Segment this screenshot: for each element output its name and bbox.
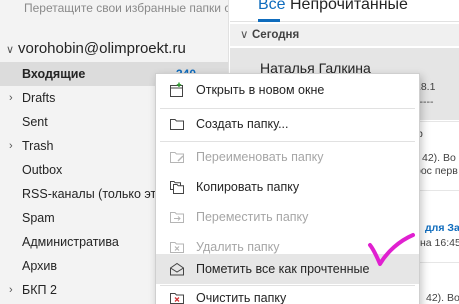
new-folder-icon (170, 119, 184, 130)
tab-unread[interactable]: Непрочитанные (290, 0, 408, 14)
menu-item-label: Пометить все как прочтенные (196, 262, 370, 276)
copy-folder-icon (170, 181, 184, 194)
message-preview: рос перв (415, 165, 458, 177)
menu-item-label: Копировать папку (196, 180, 300, 194)
menu-item-label: Открыть в новом окне (196, 83, 325, 97)
message-preview: 42). Во (426, 292, 459, 304)
delete-folder-icon (170, 242, 184, 253)
account-email: vorohobin@olimproekt.ru (18, 40, 186, 57)
message-preview: на 16:45 (420, 237, 459, 249)
menu-item-copy-folder[interactable]: Копировать папку (156, 172, 419, 202)
rename-folder-icon (170, 152, 184, 163)
folder-label: Sent (22, 115, 48, 129)
menu-item-empty-folder[interactable]: Очистить папку (156, 283, 419, 304)
folder-label: Административа (22, 235, 119, 249)
menu-item-label: Переименовать папку (196, 150, 324, 164)
move-folder-icon (170, 212, 184, 223)
tab-all[interactable]: Все (258, 0, 286, 14)
menu-item-rename-folder: Переименовать папку (156, 142, 419, 172)
message-subject: для За (425, 222, 459, 234)
chevron-down-icon[interactable]: ∨ (240, 24, 252, 46)
menu-item-open-new-window[interactable]: Открыть в новом окне (156, 75, 419, 105)
mark-all-read-icon (170, 262, 184, 276)
folder-label: RSS-каналы (только этот (22, 187, 169, 201)
message-filter-tabs: Все Непрочитанные (230, 0, 459, 22)
favorites-hint: Перетащите свои избранные папки с (24, 1, 229, 15)
empty-folder-icon (170, 293, 184, 304)
chevron-right-icon[interactable]: › (9, 278, 13, 302)
checkmark-annotation-icon (368, 233, 415, 266)
menu-item-label: Очистить папку (196, 291, 287, 304)
folder-label: БКП 2 (22, 283, 57, 297)
menu-item-label: Переместить папку (196, 210, 309, 224)
folder-label: Outbox (22, 163, 63, 177)
active-tab-indicator (258, 19, 280, 22)
folder-label: Drafts (22, 91, 56, 105)
folder-label: Входящие (22, 67, 86, 81)
folder-label: Trash (22, 139, 54, 153)
group-label: Сегодня (252, 29, 300, 41)
folder-label: Spam (22, 211, 55, 225)
chevron-right-icon[interactable]: › (9, 134, 13, 158)
group-header-today[interactable]: ∨ Сегодня (230, 24, 459, 46)
chevron-right-icon[interactable]: › (9, 86, 13, 110)
chevron-down-icon[interactable]: ∨ (6, 43, 16, 56)
open-in-new-window-icon (170, 82, 183, 97)
menu-item-move-folder: Переместить папку (156, 202, 419, 232)
menu-item-label: Создать папку... (196, 117, 289, 131)
folder-label: Архив (22, 259, 58, 273)
account-header[interactable]: ∨ vorohobin@olimproekt.ru (6, 40, 186, 57)
menu-item-new-folder[interactable]: Создать папку... (156, 109, 419, 139)
